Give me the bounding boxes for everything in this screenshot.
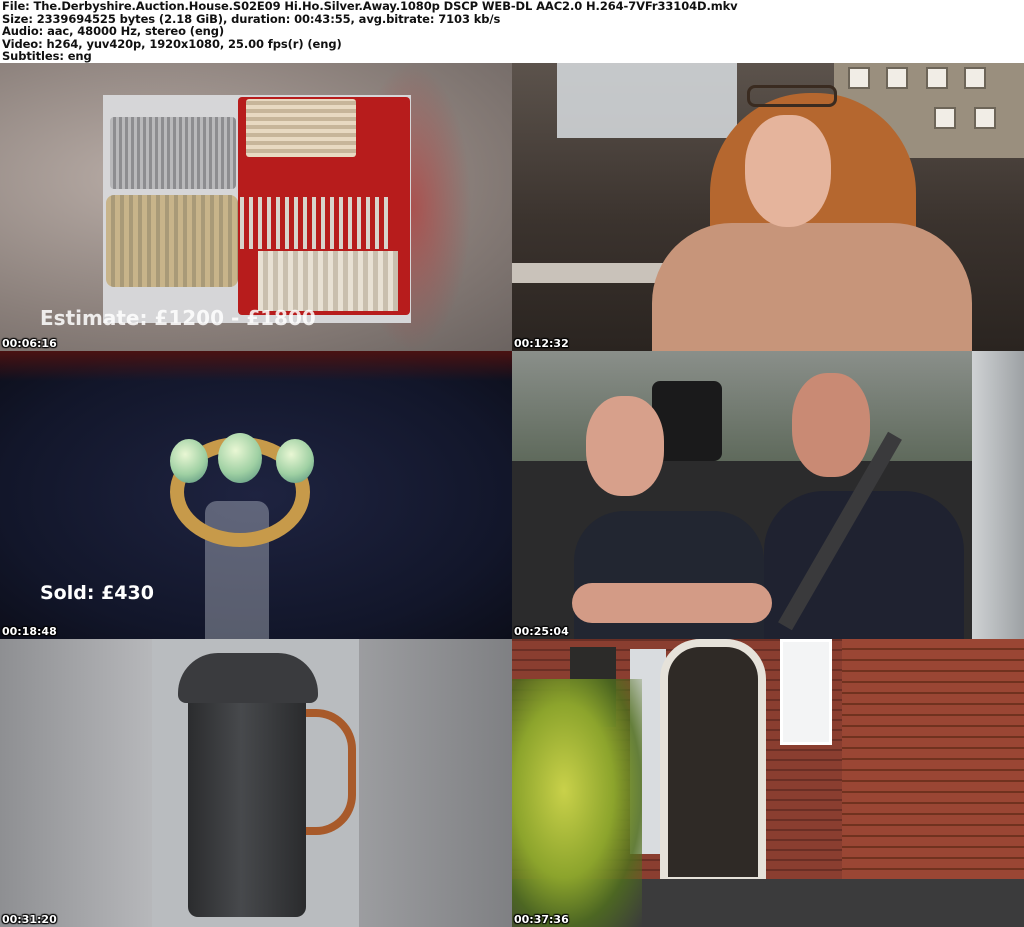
timestamp-label: 00:25:04: [514, 625, 569, 638]
cutlery-rows: [240, 197, 390, 249]
timestamp-label: 00:18:48: [2, 625, 57, 638]
van-door: [972, 351, 1024, 639]
person-jacket: [652, 223, 972, 351]
spoons-group: [106, 195, 238, 287]
dollhouse-window: [886, 67, 908, 89]
dollhouse-window: [974, 107, 996, 129]
subtitles-info-line: Subtitles: eng: [2, 49, 92, 63]
dollhouse-window: [848, 67, 870, 89]
opal-stone: [276, 439, 314, 483]
file-info-header: File: The.Derbyshire.Auction.House.S02E0…: [0, 0, 1024, 63]
thumbnail-men-in-van: 00:25:04: [512, 351, 1024, 639]
timestamp-label: 00:37:36: [514, 913, 569, 926]
dollhouse-window: [926, 67, 948, 89]
opal-stone: [170, 439, 208, 483]
knives-group: [246, 99, 356, 157]
small-spoons-group: [258, 251, 398, 311]
thumbnail-opal-ring: Sold: £430 00:18:48: [0, 351, 512, 639]
thumbnail-grid: Estimate: £1200 - £1800 00:06:16 00:12:3…: [0, 63, 1024, 927]
dollhouse-window: [964, 67, 986, 89]
person-left-head: [586, 396, 664, 496]
glasses-on-head: [747, 85, 837, 107]
dollhouse-window: [934, 107, 956, 129]
estimate-caption: Estimate: £1200 - £1800: [40, 306, 316, 330]
wicker-handle: [300, 709, 356, 835]
foreground-bush: [512, 679, 642, 927]
pewter-jug-lid: [178, 653, 318, 703]
timestamp-label: 00:06:16: [2, 337, 57, 350]
thumbnail-pewter-jug: 00:31:20: [0, 639, 512, 927]
timestamp-label: 00:12:32: [514, 337, 569, 350]
background-edge: [0, 351, 512, 381]
building-window: [780, 639, 832, 745]
brick-wall-right: [842, 639, 1024, 879]
pewter-jug-body: [188, 677, 306, 917]
folded-arms: [572, 583, 772, 623]
background-window: [557, 63, 737, 138]
forks-group: [110, 117, 236, 189]
person-right-head: [792, 373, 870, 477]
opal-stone: [218, 433, 262, 483]
thumbnail-woman-interview: 00:12:32: [512, 63, 1024, 351]
timestamp-label: 00:31:20: [2, 913, 57, 926]
file-name-line: File: The.Derbyshire.Auction.House.S02E0…: [2, 0, 738, 13]
thumbnail-cutlery-set: Estimate: £1200 - £1800 00:06:16: [0, 63, 512, 351]
person-face: [745, 115, 831, 227]
thumbnail-brick-building: 00:37:36: [512, 639, 1024, 927]
sold-caption: Sold: £430: [40, 582, 154, 604]
arched-doorway: [660, 639, 766, 885]
audio-info-line: Audio: aac, 48000 Hz, stereo (eng): [2, 24, 225, 38]
